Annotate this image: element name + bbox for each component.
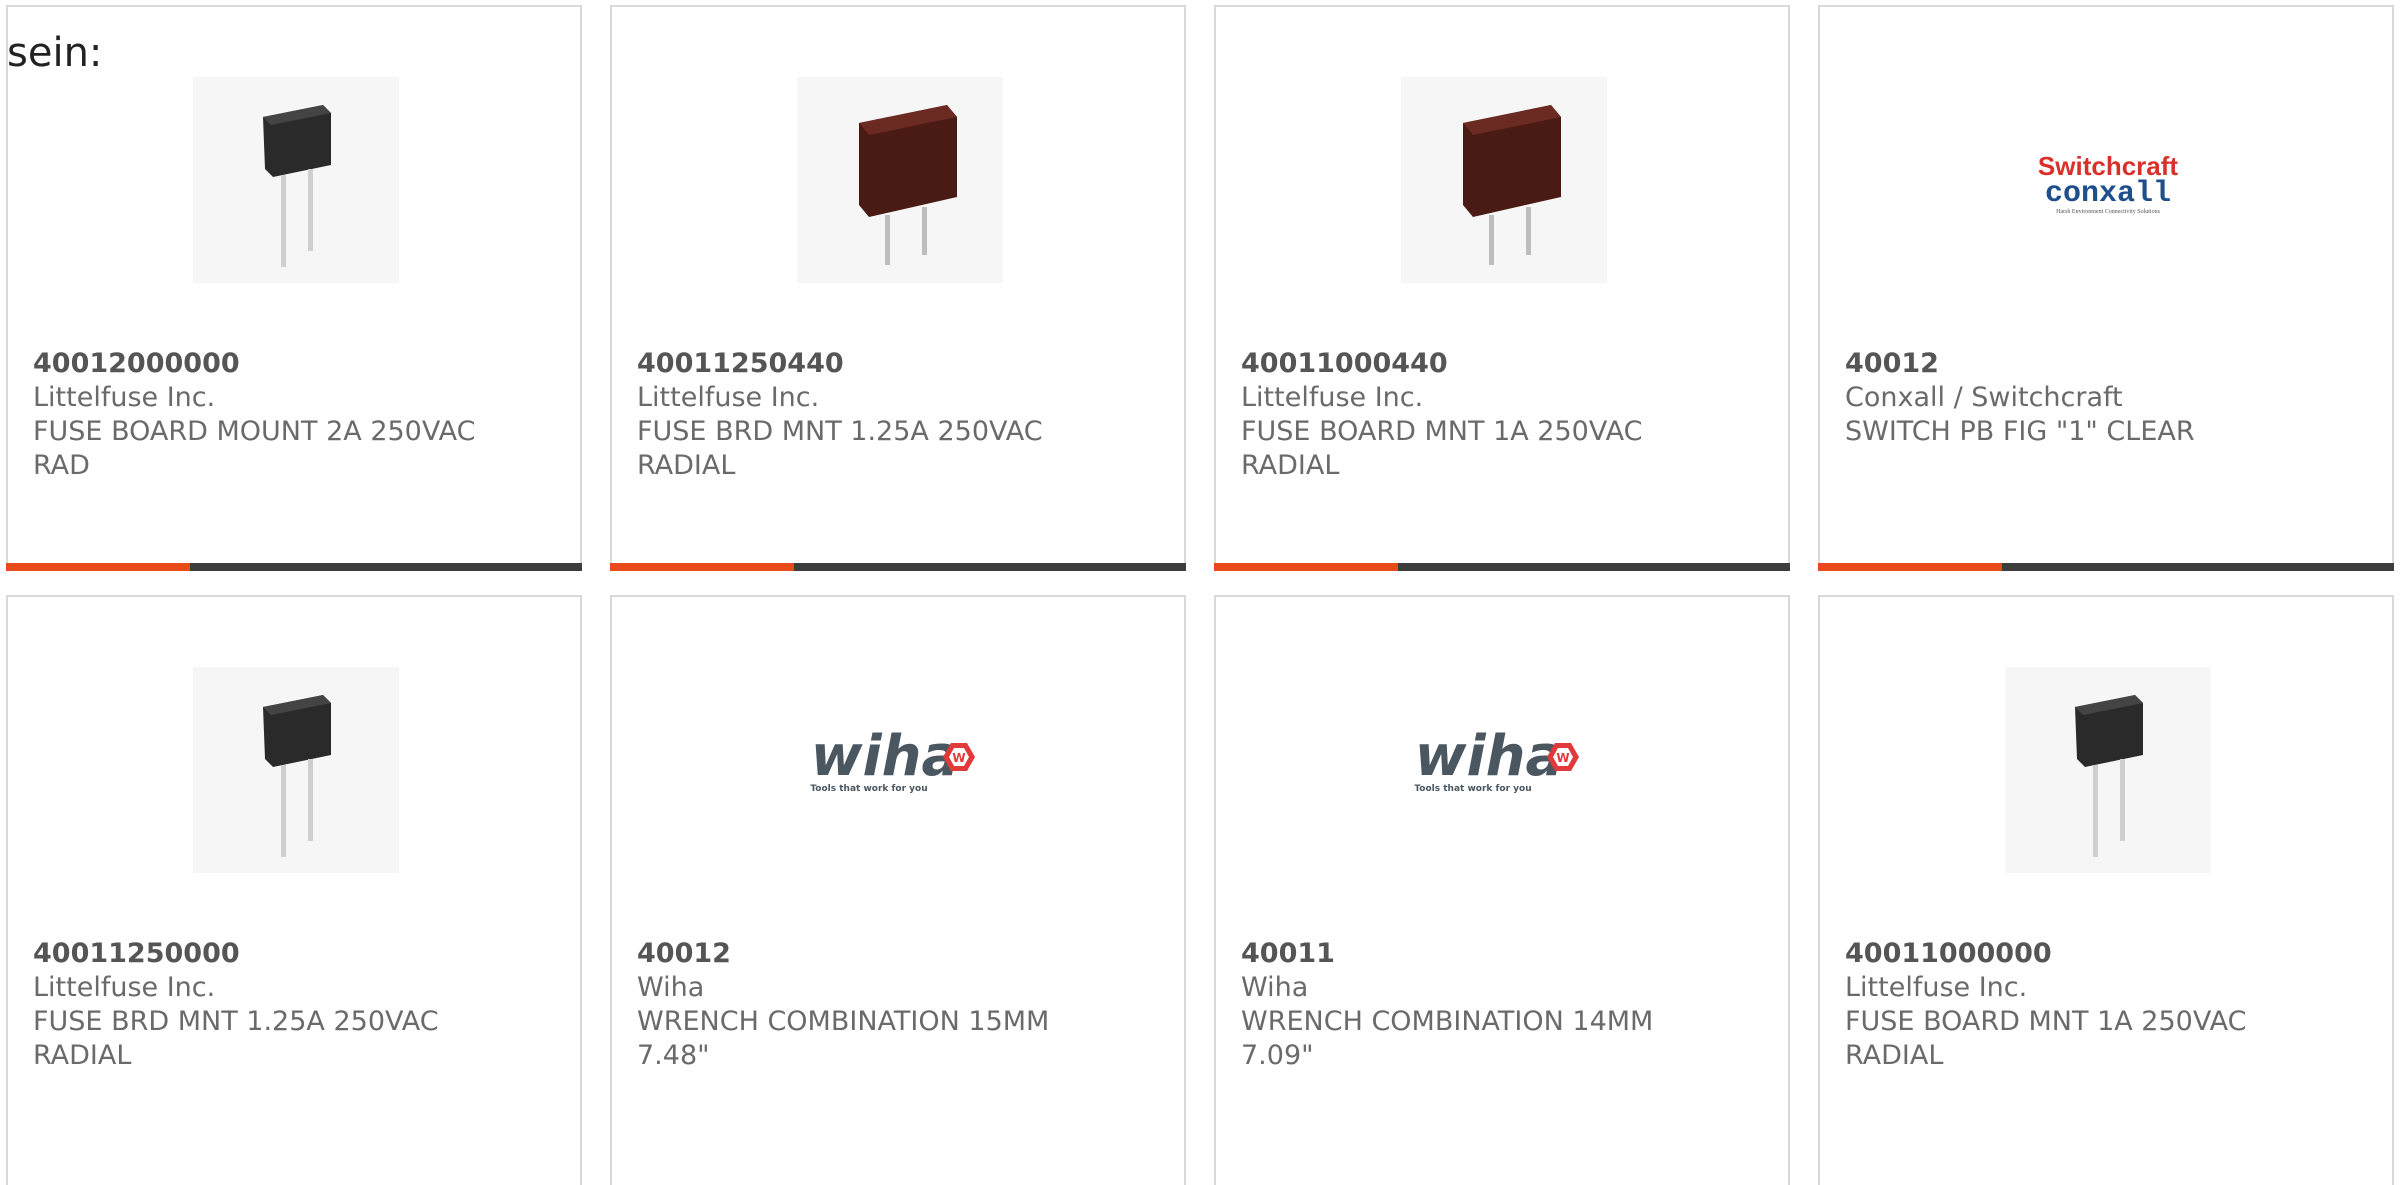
svg-text:wiha: wiha <box>811 724 960 789</box>
product-card[interactable]: 40011000000 Littelfuse Inc. FUSE BOARD M… <box>1818 595 2394 1185</box>
product-image-brown-fuse[interactable] <box>1401 77 1607 283</box>
manufacturer: Littelfuse Inc. <box>33 382 216 413</box>
svg-text:W: W <box>952 751 965 765</box>
product-description: FUSE BOARD MOUNT 2A 250VAC RAD <box>33 416 476 481</box>
product-description: FUSE BRD MNT 1.25A 250VAC RADIAL <box>637 416 1043 481</box>
card-accent-bar <box>1818 563 2002 571</box>
card-accent-bar <box>610 563 794 571</box>
product-description: FUSE BOARD MNT 1A 250VAC RADIAL <box>1241 416 1643 481</box>
product-card[interactable]: wiha W Tools that work for you 40011 Wih… <box>1214 595 1790 1185</box>
card-footer-bar <box>1214 563 1790 571</box>
part-number[interactable]: 40012000000 <box>33 347 553 381</box>
product-image-black-fuse[interactable] <box>193 77 399 283</box>
product-image-black-fuse[interactable] <box>193 667 399 873</box>
product-card[interactable]: 40011250000 Littelfuse Inc. FUSE BRD MNT… <box>6 595 582 1185</box>
manufacturer: Littelfuse Inc. <box>1845 972 2028 1003</box>
svg-text:wiha: wiha <box>1415 724 1564 789</box>
manufacturer: Littelfuse Inc. <box>33 972 216 1003</box>
card-accent-bar <box>1214 563 1398 571</box>
product-description: FUSE BOARD MNT 1A 250VAC RADIAL <box>1845 1006 2247 1071</box>
product-card[interactable]: 40011250440 Littelfuse Inc. FUSE BRD MNT… <box>610 5 1186 571</box>
card-footer-bar <box>1818 563 2394 571</box>
manufacturer: Wiha <box>1241 972 1309 1003</box>
svg-text:W: W <box>1556 751 1569 765</box>
product-card[interactable]: 40012000000 Littelfuse Inc. FUSE BOARD M… <box>6 5 582 571</box>
part-number[interactable]: 40011000440 <box>1241 347 1761 381</box>
switchcraft-conxall-logo[interactable]: Switchcraft conxall Harsh Environment Co… <box>2005 77 2211 283</box>
card-footer-bar <box>610 563 1186 571</box>
product-card[interactable]: wiha W Tools that work for you 40012 Wih… <box>610 595 1186 1185</box>
manufacturer: Wiha <box>637 972 705 1003</box>
product-description: WRENCH COMBINATION 14MM 7.09" <box>1241 1006 1654 1071</box>
intro-text: sein: <box>7 30 103 76</box>
product-description: SWITCH PB FIG "1" CLEAR <box>1845 416 2195 447</box>
svg-text:Tools that work for you: Tools that work for you <box>1414 784 1531 794</box>
svg-text:Tools that work for you: Tools that work for you <box>810 784 927 794</box>
product-image-black-fuse[interactable] <box>2005 667 2211 873</box>
product-description: WRENCH COMBINATION 15MM 7.48" <box>637 1006 1050 1071</box>
card-footer-bar <box>6 563 582 571</box>
part-number[interactable]: 40011 <box>1241 937 1761 971</box>
part-number[interactable]: 40011250440 <box>637 347 1157 381</box>
product-card[interactable]: 40011000440 Littelfuse Inc. FUSE BOARD M… <box>1214 5 1790 571</box>
wiha-logo[interactable]: wiha W Tools that work for you <box>1401 667 1607 873</box>
part-number[interactable]: 40012 <box>1845 347 2365 381</box>
card-accent-bar <box>6 563 190 571</box>
product-description: FUSE BRD MNT 1.25A 250VAC RADIAL <box>33 1006 439 1071</box>
manufacturer: Littelfuse Inc. <box>1241 382 1424 413</box>
product-image-brown-fuse[interactable] <box>797 77 1003 283</box>
svg-text:conxall: conxall <box>2045 177 2171 211</box>
part-number[interactable]: 40012 <box>637 937 1157 971</box>
manufacturer: Conxall / Switchcraft <box>1845 382 2123 413</box>
product-card[interactable]: Switchcraft conxall Harsh Environment Co… <box>1818 5 2394 571</box>
manufacturer: Littelfuse Inc. <box>637 382 820 413</box>
wiha-logo[interactable]: wiha W Tools that work for you <box>797 667 1003 873</box>
part-number[interactable]: 40011250000 <box>33 937 553 971</box>
part-number[interactable]: 40011000000 <box>1845 937 2365 971</box>
svg-text:Harsh Environment Connectivity: Harsh Environment Connectivity Solutions <box>2056 209 2160 215</box>
